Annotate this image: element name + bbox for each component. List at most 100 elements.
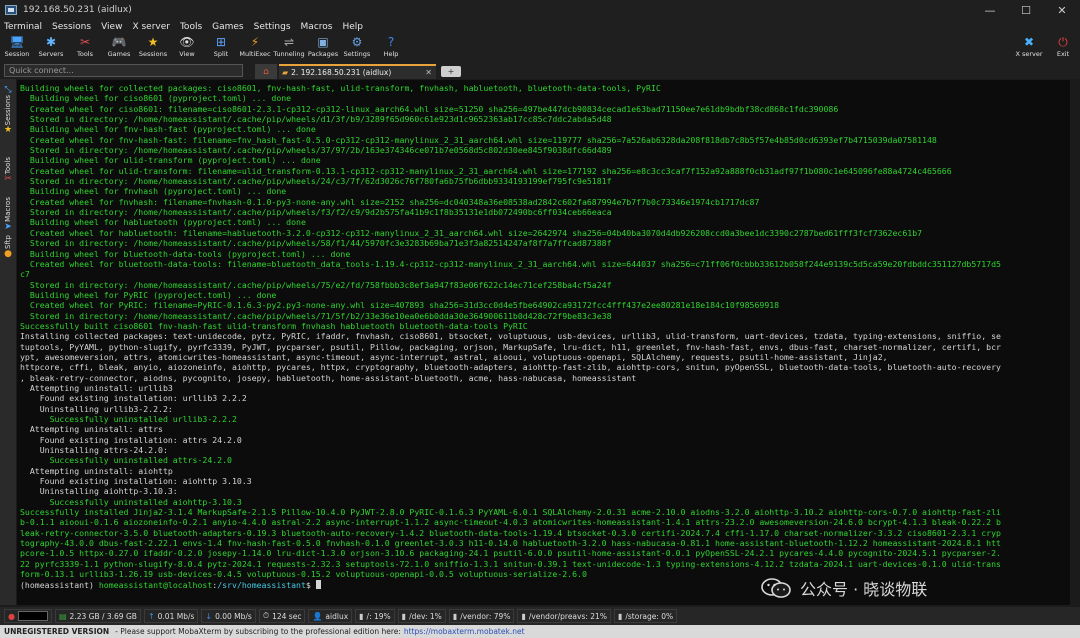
- terminal-line: Created wheel for fnv-hash-fast: filenam…: [20, 135, 1070, 145]
- sidebar-tab-sftp-label: Sftp: [4, 235, 12, 249]
- upload-icon: ↑: [147, 611, 155, 621]
- maximize-button[interactable]: ☐: [1008, 0, 1044, 20]
- tab-close-icon[interactable]: ✕: [425, 68, 432, 77]
- menu-help[interactable]: Help: [342, 22, 363, 32]
- terminal-text-segment: leak-retry-connector-3.5.0 bluetooth-ada…: [20, 527, 1001, 538]
- terminal-line: Building wheel for bluetooth-data-tools …: [20, 249, 1070, 259]
- packages-button-label: Packages: [307, 50, 339, 58]
- menu-view[interactable]: View: [101, 22, 122, 32]
- sidebar-tab-sessions[interactable]: ⤡ Sessions ★: [0, 85, 16, 135]
- disk-icon: ▮: [401, 611, 407, 621]
- sidebar-tab-macros-label: Macros: [4, 197, 12, 222]
- sftp-icon: ●: [4, 248, 12, 259]
- games-button[interactable]: 🎮 Games: [102, 34, 136, 62]
- quick-connect-input[interactable]: Quick connect...: [4, 64, 243, 77]
- menu-settings[interactable]: Settings: [254, 22, 291, 32]
- terminal-text-segment: Successfully uninstalled attrs-24.2.0: [20, 455, 232, 466]
- status-item-text: /dev: 1%: [409, 611, 442, 621]
- terminal-line: Attempting uninstall: attrs: [20, 424, 1070, 434]
- terminal-text-segment: Stored in directory: /home/homeassistant…: [20, 176, 612, 187]
- home-icon: ⌂: [263, 66, 269, 77]
- terminal-line: Created wheel for habluetooth: filename=…: [20, 228, 1070, 238]
- close-button[interactable]: ✕: [1044, 0, 1080, 20]
- terminal-line: Successfully uninstalled urllib3-2.2.2: [20, 414, 1070, 424]
- memory-icon: ▤: [58, 611, 67, 621]
- menu-x-server[interactable]: X server: [132, 22, 170, 32]
- status-item-text: 0.00 Mb/s: [215, 611, 252, 621]
- help-button-label: Help: [383, 50, 399, 58]
- watermark: 公众号 · 晓谈物联: [760, 576, 927, 600]
- status-item: ▤ 2.23 GB / 3.69 GB: [54, 609, 141, 623]
- exit-icon: ⏻: [1058, 35, 1068, 49]
- status-item: ▮/vendor/preavs: 21%: [517, 609, 611, 623]
- terminal-line: Stored in directory: /home/homeassistant…: [20, 238, 1070, 248]
- status-item: ●: [4, 609, 52, 623]
- license-link[interactable]: https://mobaxterm.mobatek.net: [404, 627, 525, 636]
- exit-button[interactable]: ⏻ Exit: [1046, 34, 1080, 62]
- terminal-line: ypt, awesomeversion, attrs, atomicwrites…: [20, 352, 1070, 362]
- user-icon: 👤: [312, 611, 323, 621]
- settings-button[interactable]: ⚙ Settings: [340, 34, 374, 62]
- time-icon: ⏱: [262, 611, 270, 620]
- multiexec-icon: ⚡: [250, 35, 260, 49]
- view-button-label: View: [179, 50, 195, 58]
- status-bar: ● ▤ 2.23 GB / 3.69 GB ↑ 0.01 Mb/s ↓ 0.00 Mb/s ⏱…: [0, 607, 1080, 625]
- terminal-text-segment: Created wheel for habluetooth: filename=…: [20, 227, 923, 238]
- terminal-text-segment: tuptools, PyYAML, python-slugify, pyrfc3…: [20, 341, 1001, 352]
- terminal-scrollbar[interactable]: [1070, 80, 1080, 605]
- tunneling-icon: ⇌: [283, 35, 295, 49]
- window-title: 192.168.50.231 (aidlux): [23, 5, 132, 15]
- games-button-label: Games: [107, 50, 131, 58]
- menu-sessions[interactable]: Sessions: [52, 22, 91, 32]
- tools-button[interactable]: ✂ Tools: [68, 34, 102, 62]
- servers-button[interactable]: ✱ Servers: [34, 34, 68, 62]
- terminal-line: leak-retry-connector-3.5.0 bluetooth-ada…: [20, 528, 1070, 538]
- terminal-text-segment: Stored in directory: /home/homeassistant…: [20, 114, 612, 125]
- menu-games[interactable]: Games: [212, 22, 243, 32]
- status-item: ↓ 0.00 Mb/s: [201, 609, 256, 623]
- sidebar-tab-sftp[interactable]: Sftp ●: [0, 235, 16, 259]
- terminal-text-segment: Installing collected packages: text-unid…: [20, 331, 1001, 342]
- terminal-line: Stored in directory: /home/homeassistant…: [20, 280, 1070, 290]
- terminal-line: Building wheel for habluetooth (pyprojec…: [20, 217, 1070, 227]
- terminal-text-segment: pcore-1.0.5 httpx-0.27.0 ifaddr-0.2.0 jo…: [20, 548, 1001, 559]
- servers-button-label: Servers: [38, 50, 64, 58]
- view-button[interactable]: 👁 View: [170, 34, 204, 62]
- terminal-text-segment: Created wheel for bluetooth-data-tools: …: [20, 258, 1001, 269]
- tunneling-button[interactable]: ⇌ Tunneling: [272, 34, 306, 62]
- split-button[interactable]: ⊞ Split: [204, 34, 238, 62]
- minimize-button[interactable]: —: [972, 0, 1008, 20]
- multiexec-button[interactable]: ⚡ MultiExec: [238, 34, 272, 62]
- side-panel: ⤡ Sessions ★ Tools ✂ Macros ➤ Sftp ●: [0, 79, 16, 605]
- session-button[interactable]: 🖥 Session: [0, 34, 34, 62]
- home-tab[interactable]: ⌂: [255, 64, 277, 79]
- terminal-text-segment: homeassistant@localhost: [98, 579, 213, 590]
- sidebar-tab-macros[interactable]: Macros ➤: [0, 197, 16, 232]
- session-icon: 🖥: [9, 35, 25, 49]
- terminal-line: Attempting uninstall: aiohttp: [20, 466, 1070, 476]
- terminal-text-segment: Uninstalling urllib3-2.2.2:: [20, 403, 173, 414]
- terminal-text-segment: tography-43.0.0 dbus-fast-2.22.1 envs-1.…: [20, 538, 1001, 549]
- host-indicator: [17, 611, 48, 621]
- sidebar-tab-tools[interactable]: Tools ✂: [0, 157, 16, 184]
- terminal-line: , bleak-retry-connector, aiodns, pycogni…: [20, 373, 1070, 383]
- terminal-line: Building wheel for ciso8601 (pyproject.t…: [20, 93, 1070, 103]
- status-item: ↑ 0.01 Mb/s: [143, 609, 199, 623]
- menu-tools[interactable]: Tools: [180, 22, 202, 32]
- help-icon: ?: [387, 35, 395, 49]
- session-button-label: Session: [4, 50, 30, 58]
- tab-session[interactable]: ▰ 2. 192.168.50.231 (aidlux) ✕: [279, 64, 436, 79]
- menu-macros[interactable]: Macros: [301, 22, 333, 32]
- status-item: ▮/dev: 1%: [397, 609, 446, 623]
- help-button[interactable]: ? Help: [374, 34, 408, 62]
- terminal-output[interactable]: Building wheels for collected packages: …: [17, 80, 1070, 605]
- download-icon: ↓: [205, 611, 213, 621]
- x-server-button[interactable]: ✖ X server: [1012, 34, 1046, 62]
- terminal-line: tography-43.0.0 dbus-fast-2.22.1 envs-1.…: [20, 538, 1070, 548]
- terminal-line: Found existing installation: attrs 24.2.…: [20, 435, 1070, 445]
- sessions-button[interactable]: ★ Sessions: [136, 34, 170, 62]
- terminal-line: b-0.1.1 aiooui-0.1.6 aiozoneinfo-0.2.1 a…: [20, 517, 1070, 527]
- packages-button[interactable]: ▣ Packages: [306, 34, 340, 62]
- menu-terminal[interactable]: Terminal: [4, 22, 42, 32]
- add-tab-button[interactable]: +: [441, 66, 461, 77]
